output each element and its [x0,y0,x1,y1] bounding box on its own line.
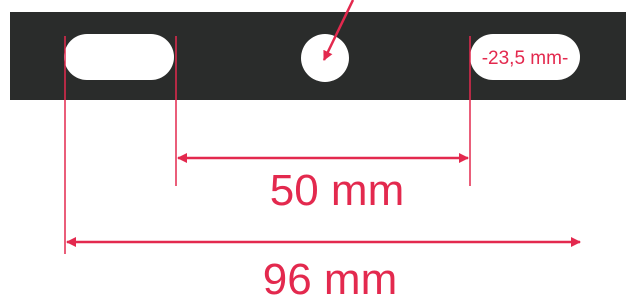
left-slot [64,34,174,80]
slot-width-label: -23,5 mm- [482,48,569,69]
outer-dimension-label: 96 mm [263,255,397,300]
inner-dimension-label: 50 mm [270,166,404,215]
bracket-diagram: -23,5 mm- 50 mm 96 mm [10,0,626,300]
